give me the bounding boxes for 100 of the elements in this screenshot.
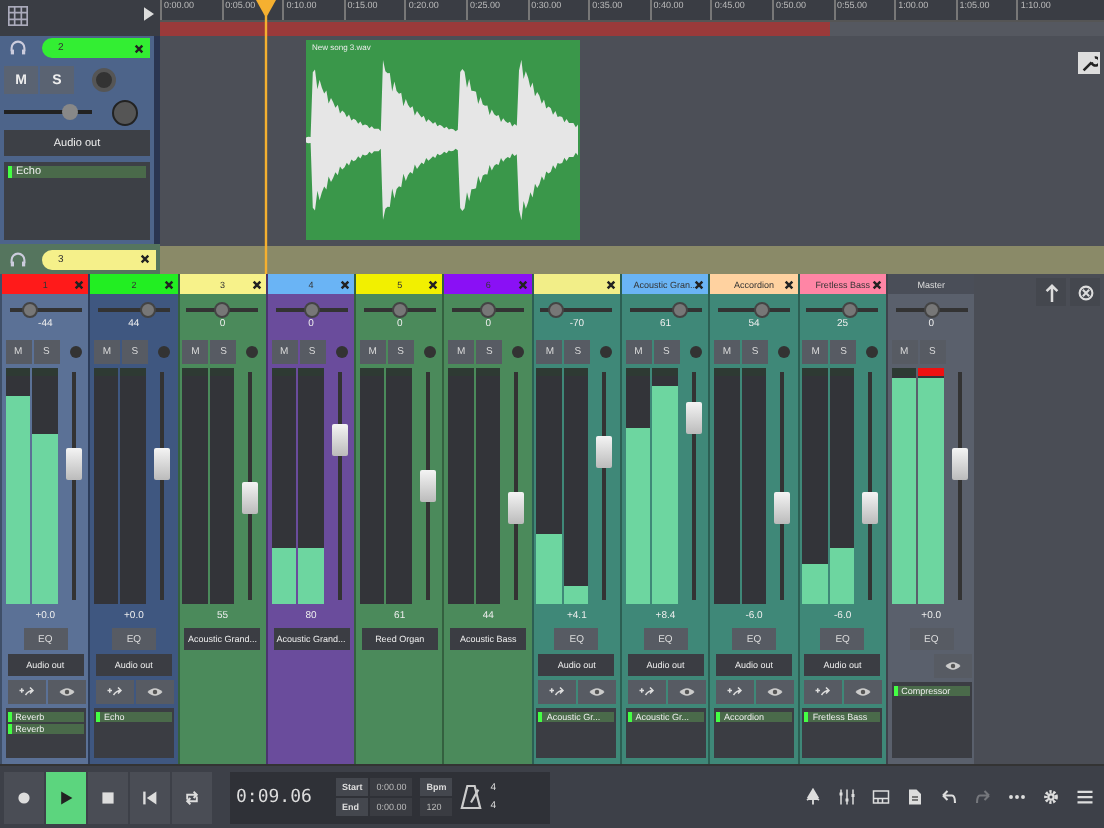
tree-icon <box>803 788 821 806</box>
fader-handle[interactable] <box>774 492 791 525</box>
record-arm-button[interactable] <box>69 346 82 358</box>
upload-button[interactable] <box>1036 278 1066 306</box>
eye-icon <box>588 686 607 698</box>
slider-thumb[interactable] <box>22 302 39 318</box>
close-icon[interactable] <box>606 279 617 289</box>
stop-icon <box>100 789 116 805</box>
volume-fader[interactable] <box>337 372 342 600</box>
keyboard-icon <box>871 788 889 806</box>
view-button[interactable] <box>47 680 86 704</box>
volume-fader[interactable] <box>248 372 253 600</box>
slider-thumb[interactable] <box>391 302 408 318</box>
fader-handle[interactable] <box>508 492 525 525</box>
record-arm-button[interactable] <box>246 346 259 358</box>
rewind-button[interactable] <box>130 771 170 823</box>
fader-handle[interactable] <box>419 470 436 502</box>
record-arm-button[interactable] <box>512 346 525 358</box>
fader-handle[interactable] <box>242 481 259 514</box>
view-button[interactable] <box>578 680 617 704</box>
record-arm-button[interactable] <box>689 346 702 358</box>
headphones-icon[interactable] <box>10 251 26 267</box>
wrench-button[interactable] <box>1078 52 1100 74</box>
plus-arrow-icon <box>637 686 656 698</box>
volume-fader[interactable] <box>868 372 873 600</box>
arrow-up-icon <box>1043 283 1059 301</box>
eye-icon <box>854 686 873 698</box>
slider-thumb[interactable] <box>923 302 940 318</box>
add-send-button[interactable] <box>95 680 134 704</box>
playhead[interactable] <box>254 0 278 274</box>
record-arm-button[interactable] <box>600 346 613 358</box>
slider-thumb[interactable] <box>62 104 78 120</box>
loop-button[interactable] <box>172 771 212 823</box>
record-icon <box>16 789 32 805</box>
volume-fader[interactable] <box>71 372 76 600</box>
slider-thumb[interactable] <box>671 302 688 318</box>
close-icon[interactable] <box>251 279 262 289</box>
eye-icon <box>677 686 696 698</box>
record-arm-button[interactable] <box>866 346 879 358</box>
add-send-button[interactable] <box>627 680 666 704</box>
expand-icon[interactable] <box>144 6 154 22</box>
view-button[interactable] <box>756 680 795 704</box>
fader-handle[interactable] <box>685 401 702 434</box>
eye-icon <box>943 660 962 672</box>
fader-handle[interactable] <box>153 447 170 480</box>
volume-fader[interactable] <box>780 372 785 600</box>
plus-arrow-icon <box>105 686 124 698</box>
stop-button[interactable] <box>88 771 128 823</box>
close-button[interactable] <box>1070 278 1100 306</box>
close-icon[interactable] <box>340 279 351 289</box>
slider-thumb[interactable] <box>753 302 770 318</box>
slider-thumb[interactable] <box>214 302 231 318</box>
pan-knob[interactable] <box>112 99 138 125</box>
view-button[interactable] <box>844 680 883 704</box>
add-send-button[interactable] <box>804 680 843 704</box>
grid-icon[interactable] <box>8 6 28 26</box>
undo-icon <box>939 788 957 806</box>
volume-fader[interactable] <box>691 372 696 600</box>
close-icon[interactable] <box>140 254 150 264</box>
record-arm-button[interactable] <box>92 68 116 92</box>
fader-handle[interactable] <box>862 492 879 525</box>
slider-thumb[interactable] <box>303 302 320 318</box>
metronome-icon[interactable] <box>460 784 483 810</box>
volume-fader[interactable] <box>425 372 430 600</box>
fader-handle[interactable] <box>951 447 968 480</box>
eye-icon <box>145 686 164 698</box>
close-icon[interactable] <box>871 279 882 289</box>
slider-thumb[interactable] <box>841 302 858 318</box>
close-icon[interactable] <box>134 43 144 53</box>
strip-header[interactable] <box>533 274 621 294</box>
close-icon[interactable] <box>783 279 794 289</box>
view-button[interactable] <box>667 680 706 704</box>
wrench-icon <box>1081 55 1097 71</box>
volume-fader[interactable] <box>514 372 519 600</box>
play-button[interactable] <box>46 771 86 823</box>
headphones-icon[interactable] <box>10 40 26 56</box>
volume-fader[interactable] <box>159 372 164 600</box>
view-button[interactable] <box>933 654 972 678</box>
record-arm-button[interactable] <box>778 346 791 358</box>
fader-handle[interactable] <box>331 424 348 457</box>
play-icon <box>58 789 74 805</box>
record-button[interactable] <box>4 771 44 823</box>
slider-thumb[interactable] <box>140 302 157 318</box>
plus-arrow-icon <box>814 686 833 698</box>
menu-icon <box>1075 788 1093 806</box>
close-icon[interactable] <box>163 279 174 289</box>
close-icon[interactable] <box>694 279 705 289</box>
view-button[interactable] <box>135 680 174 704</box>
fader-handle[interactable] <box>596 435 613 468</box>
add-send-button[interactable] <box>7 680 46 704</box>
add-send-button[interactable] <box>538 680 577 704</box>
fader-handle[interactable] <box>65 447 82 480</box>
loop-icon <box>184 789 200 805</box>
volume-fader[interactable] <box>602 372 607 600</box>
slider-thumb[interactable] <box>480 302 497 318</box>
slider-thumb[interactable] <box>547 302 564 318</box>
volume-fader[interactable] <box>957 372 962 600</box>
close-icon[interactable] <box>428 279 439 289</box>
add-send-button[interactable] <box>716 680 755 704</box>
record-arm-button[interactable] <box>423 346 436 358</box>
